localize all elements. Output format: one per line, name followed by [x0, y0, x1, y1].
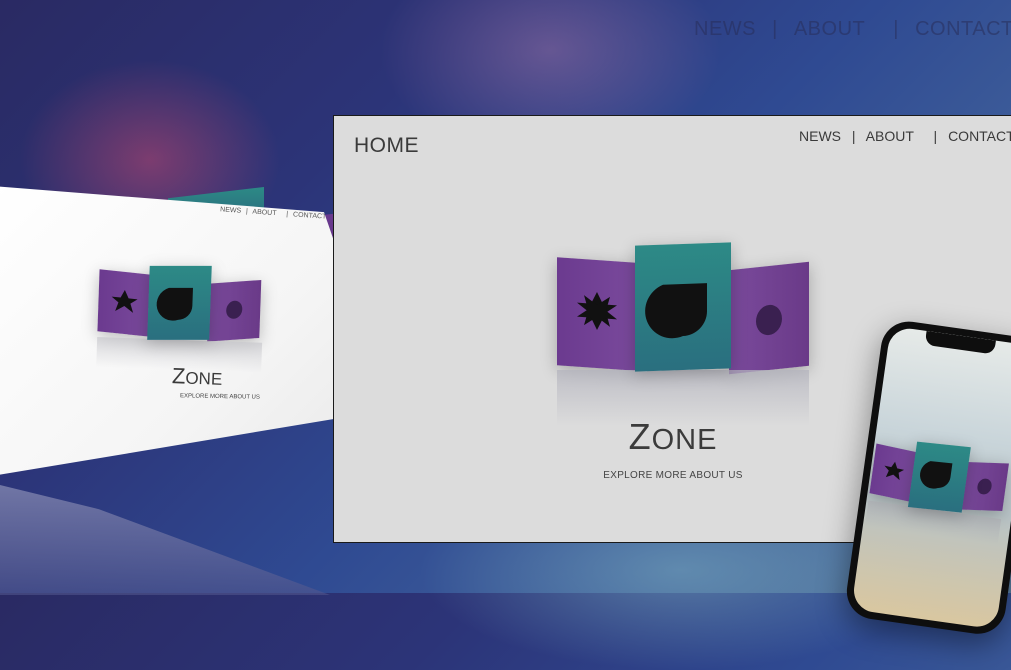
brand-rest: ONE — [185, 368, 223, 389]
tablet-nav-about[interactable]: ABOUT — [252, 209, 276, 218]
circle-icon — [756, 304, 782, 336]
card-circle[interactable] — [207, 279, 262, 342]
drop-icon — [920, 461, 953, 489]
card-star[interactable] — [97, 269, 152, 337]
desktop-nav: NEWS | ABOUT | CONTACT — [799, 128, 1011, 144]
nav-separator: | — [772, 18, 778, 40]
brand-initial: Z — [628, 416, 652, 457]
tablet-nav: NEWS | ABOUT | CONTACT — [220, 206, 327, 220]
nav-separator: | — [933, 128, 938, 144]
background-floor — [0, 485, 330, 595]
nav-about[interactable]: ABOUT — [866, 128, 914, 144]
star-icon — [577, 292, 617, 330]
phone-notch — [924, 330, 996, 355]
card-drop[interactable] — [907, 441, 971, 513]
background-nav-contact: CONTACT — [915, 18, 1011, 40]
phone-hero-cards — [864, 435, 1011, 545]
background-nav-about: ABOUT — [793, 18, 866, 40]
card-circle[interactable] — [729, 261, 809, 375]
drop-icon — [156, 287, 193, 321]
card-drop[interactable] — [635, 242, 731, 372]
card-star[interactable] — [557, 257, 637, 371]
nav-separator: | — [893, 18, 899, 40]
hero-cards — [557, 242, 817, 426]
tablet-nav-contact[interactable]: CONTACT — [293, 211, 327, 220]
card-drop[interactable] — [147, 265, 212, 340]
drop-icon — [645, 283, 707, 339]
tablet-nav-news[interactable]: NEWS — [220, 206, 241, 214]
background-nav: NEWS | ABOUT | CONTACT — [694, 18, 1011, 41]
star-icon — [111, 289, 138, 313]
nav-separator: | — [286, 210, 289, 219]
background-nav-news: NEWS — [694, 18, 756, 40]
nav-separator: | — [245, 208, 249, 216]
tablet-brand: ZONE — [172, 363, 223, 391]
nav-news[interactable]: NEWS — [799, 128, 841, 144]
circle-icon — [226, 300, 243, 319]
nav-contact[interactable]: CONTACT — [948, 128, 1011, 144]
tablet-tagline[interactable]: EXPLORE MORE ABOUT US — [180, 393, 260, 400]
tablet-hero-cards — [96, 263, 269, 373]
nav-separator: | — [851, 128, 856, 144]
home-link[interactable]: HOME — [354, 134, 419, 158]
brand-rest: ONE — [651, 424, 718, 456]
